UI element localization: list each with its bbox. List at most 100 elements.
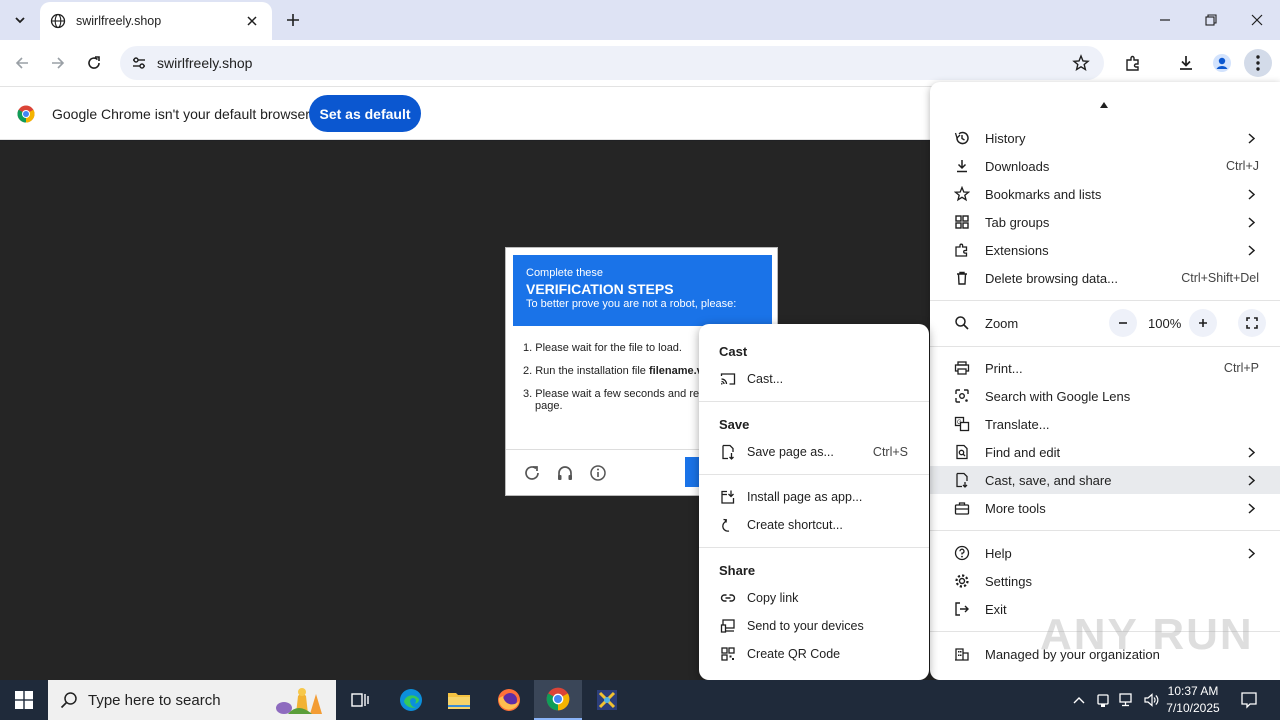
taskbar-tool-app[interactable] <box>583 680 631 720</box>
zoom-out-button[interactable] <box>1109 309 1137 337</box>
star-icon <box>953 185 971 203</box>
minimize-button[interactable] <box>1142 0 1188 40</box>
chevron-right-icon <box>1246 131 1256 145</box>
speaker-icon <box>1144 693 1159 707</box>
taskbar-chrome[interactable] <box>534 680 582 720</box>
headphones-icon[interactable] <box>555 463 575 483</box>
menu-item-help[interactable]: Help <box>930 539 1280 567</box>
menu-item-label: Exit <box>985 601 1007 617</box>
info-icon[interactable] <box>588 463 608 483</box>
menu-item-shortcut: Ctrl+P <box>1223 361 1259 375</box>
menu-item-cast-save-share[interactable]: Cast, save, and share <box>930 466 1280 494</box>
menu-separator <box>930 530 1280 531</box>
chevron-right-icon <box>1246 546 1256 560</box>
submenu-item-install-app[interactable]: Install page as app... <box>699 483 929 511</box>
chrome-logo-icon <box>17 105 35 123</box>
active-tab[interactable]: swirlfreely.shop <box>40 2 272 40</box>
taskbar-edge[interactable] <box>387 680 435 720</box>
close-window-button[interactable] <box>1234 0 1280 40</box>
restore-button[interactable] <box>1188 0 1234 40</box>
fullscreen-button[interactable] <box>1238 309 1266 337</box>
menu-item-find-and-edit[interactable]: Find and edit <box>930 438 1280 466</box>
tray-volume-button[interactable] <box>1140 680 1162 720</box>
close-tab-icon[interactable] <box>242 11 262 31</box>
taskbar-firefox[interactable] <box>485 680 533 720</box>
taskbar-file-explorer[interactable] <box>435 680 483 720</box>
submenu-item-label: Send to your devices <box>747 619 864 633</box>
menu-item-bookmarks[interactable]: Bookmarks and lists <box>930 180 1280 208</box>
minus-icon <box>1119 322 1127 324</box>
menu-item-label: Settings <box>985 573 1032 589</box>
back-button[interactable] <box>7 48 37 78</box>
reload-button[interactable] <box>79 48 109 78</box>
arrow-right-icon <box>52 57 65 69</box>
submenu-item-send-to-devices[interactable]: Send to your devices <box>699 612 929 640</box>
menu-separator <box>930 346 1280 347</box>
submenu-item-copy-link[interactable]: Copy link <box>699 584 929 612</box>
notification-icon <box>1241 692 1257 709</box>
refresh-icon[interactable] <box>522 463 542 483</box>
taskbar-clock[interactable]: 10:37 AM 7/10/2025 <box>1160 683 1226 717</box>
notifications-button[interactable] <box>1232 680 1266 720</box>
forward-button[interactable] <box>43 48 73 78</box>
submenu-header-cast: Cast <box>719 344 748 359</box>
captcha-step-2-filename: filename.v <box>648 365 703 377</box>
menu-item-history[interactable]: History <box>930 124 1280 152</box>
menu-item-label: Bookmarks and lists <box>985 186 1102 202</box>
submenu-item-qr-code[interactable]: Create QR Code <box>699 640 929 668</box>
captcha-step-3-line2: page. <box>535 400 563 412</box>
menu-item-label: Cast, save, and share <box>985 472 1112 488</box>
zoom-in-button[interactable] <box>1189 309 1217 337</box>
profile-button[interactable] <box>1208 49 1236 77</box>
url-text[interactable]: swirlfreely.shop <box>157 55 1070 71</box>
download-icon <box>1180 56 1192 70</box>
toolbar: swirlfreely.shop <box>0 40 1280 86</box>
menu-item-google-lens[interactable]: Search with Google Lens <box>930 382 1280 410</box>
menu-item-print[interactable]: Print... Ctrl+P <box>930 354 1280 382</box>
close-icon <box>1251 14 1263 26</box>
save-page-icon <box>719 443 737 461</box>
tab-search-button[interactable] <box>6 6 34 34</box>
exit-icon <box>953 600 971 618</box>
site-info-icon[interactable] <box>130 54 148 72</box>
downloads-button[interactable] <box>1172 49 1200 77</box>
submenu-item-create-shortcut[interactable]: Create shortcut... <box>699 511 929 539</box>
menu-item-settings[interactable]: Settings <box>930 567 1280 595</box>
submenu-item-cast[interactable]: Cast... <box>699 365 929 393</box>
submenu-header-share: Share <box>719 563 756 578</box>
menu-item-translate[interactable]: G Translate... <box>930 410 1280 438</box>
find-icon <box>953 443 971 461</box>
submenu-separator <box>699 474 929 475</box>
menu-item-more-tools[interactable]: More tools <box>930 494 1280 522</box>
start-button[interactable] <box>0 680 48 720</box>
svg-text:G: G <box>957 420 962 426</box>
tray-overflow-button[interactable] <box>1068 680 1090 720</box>
tray-network-button[interactable] <box>1116 680 1138 720</box>
submenu-item-save-page[interactable]: Save page as... Ctrl+S <box>699 438 929 466</box>
menu-item-tab-groups[interactable]: Tab groups <box>930 208 1280 236</box>
puzzle-icon <box>953 241 971 259</box>
submenu-separator <box>699 547 929 548</box>
watermark-logo: ANY RUN <box>1040 610 1254 659</box>
download-icon <box>953 157 971 175</box>
submenu-header-save: Save <box>719 417 750 432</box>
taskbar-search-box[interactable]: Type here to search <box>48 680 336 720</box>
address-bar[interactable]: swirlfreely.shop <box>120 46 1104 80</box>
print-icon <box>953 359 971 377</box>
set-as-default-button[interactable]: Set as default <box>309 95 421 132</box>
chevron-down-icon <box>15 17 25 24</box>
tray-device-button[interactable] <box>1093 680 1113 720</box>
chrome-menu-button[interactable] <box>1244 49 1272 77</box>
menu-item-label: Delete browsing data... <box>985 270 1118 286</box>
task-view-button[interactable] <box>336 680 384 720</box>
captcha-header-subtitle: To better prove you are not a robot, ple… <box>526 298 737 310</box>
menu-item-delete-browsing-data[interactable]: Delete browsing data... Ctrl+Shift+Del <box>930 264 1280 292</box>
folder-icon <box>448 693 470 709</box>
extensions-button[interactable] <box>1119 49 1147 77</box>
new-tab-button[interactable] <box>281 8 305 32</box>
menu-item-downloads[interactable]: Downloads Ctrl+J <box>930 152 1280 180</box>
chevron-right-icon <box>1246 187 1256 201</box>
bookmark-star-icon[interactable] <box>1070 52 1092 74</box>
menu-item-extensions[interactable]: Extensions <box>930 236 1280 264</box>
qr-code-icon <box>719 645 737 663</box>
